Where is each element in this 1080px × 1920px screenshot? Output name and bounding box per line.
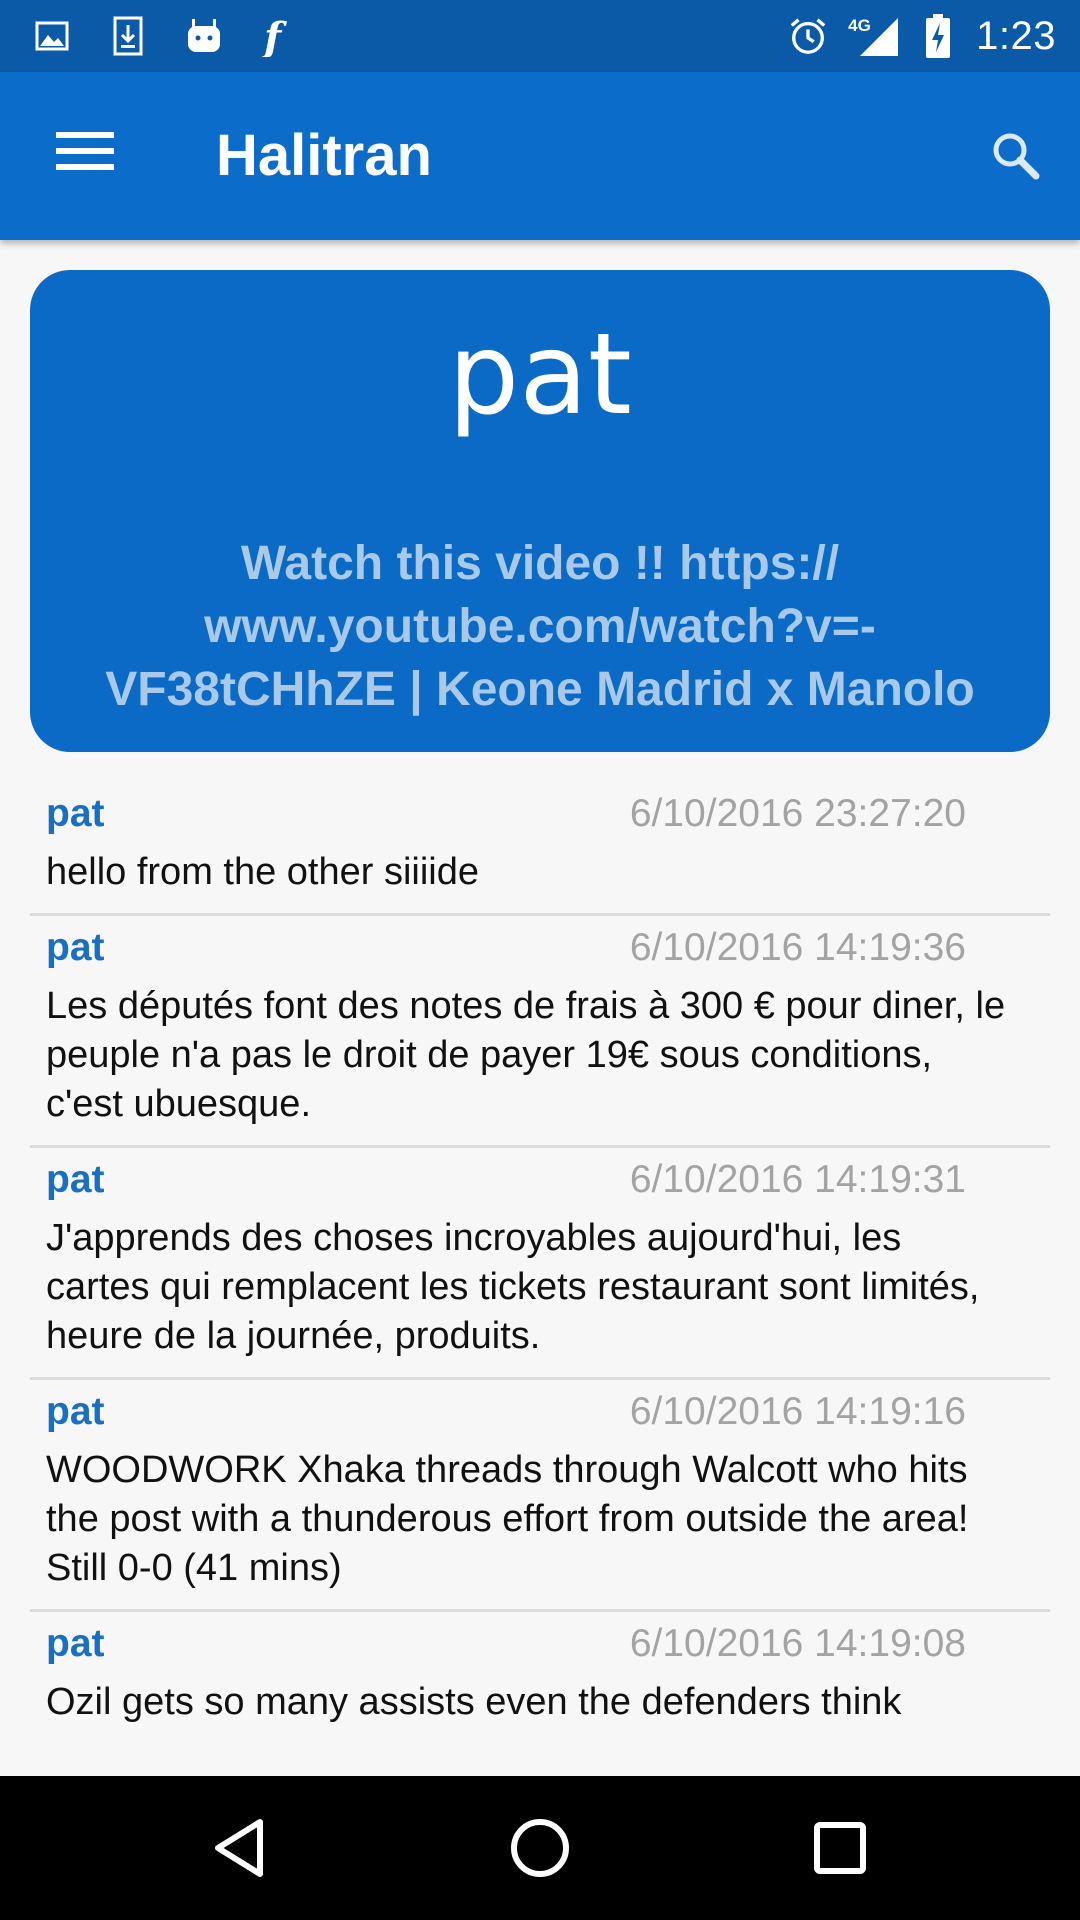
message-author: pat	[46, 1158, 105, 1201]
image-icon	[32, 14, 72, 58]
featured-author: pat	[448, 310, 632, 440]
message-timestamp: 6/10/2016 23:27:20	[629, 792, 966, 835]
search-icon[interactable]	[988, 128, 1044, 184]
list-item[interactable]: pat 6/10/2016 14:19:16 WOODWORK Xhaka th…	[30, 1380, 1050, 1612]
signal-4g-icon: 4G	[846, 14, 900, 58]
home-icon[interactable]	[500, 1808, 580, 1888]
message-text: Les députés font des notes de frais à 30…	[46, 985, 1006, 1125]
android-icon	[184, 14, 224, 58]
list-item[interactable]: pat 6/10/2016 14:19:08 Ozil gets so many…	[30, 1612, 1050, 1742]
featured-message-text: Watch this video !! https:// www.youtube…	[105, 537, 975, 716]
list-item[interactable]: pat 6/10/2016 14:19:31 J'apprends des ch…	[30, 1148, 1050, 1380]
message-author: pat	[46, 1390, 105, 1433]
list-item[interactable]: pat 6/10/2016 14:19:36 Les députés font …	[30, 916, 1050, 1148]
status-notification-icons: f	[32, 10, 300, 62]
message-text: WOODWORK Xhaka threads through Walcott w…	[46, 1449, 969, 1589]
message-timestamp: 6/10/2016 14:19:08	[629, 1622, 966, 1665]
message-timestamp: 6/10/2016 14:19:16	[629, 1390, 966, 1433]
status-system-icons: 4G 1:23	[788, 10, 1056, 62]
back-icon[interactable]	[200, 1808, 280, 1888]
recents-icon[interactable]	[800, 1808, 880, 1888]
navigation-bar	[0, 1776, 1080, 1920]
status-time: 1:23	[976, 13, 1056, 58]
battery-charging-icon	[918, 14, 958, 58]
app-bar: Halitran	[0, 72, 1080, 240]
fantasy-app-icon: f	[260, 14, 300, 58]
message-timestamp: 6/10/2016 14:19:36	[629, 926, 966, 969]
svg-text:f: f	[261, 15, 287, 57]
app-title: Halitran	[216, 123, 432, 188]
message-author: pat	[46, 926, 105, 969]
hamburger-menu-icon[interactable]	[44, 126, 116, 186]
message-text: J'apprends des choses incroyables aujour…	[46, 1217, 980, 1357]
list-item[interactable]: pat 6/10/2016 23:27:20 hello from the ot…	[30, 782, 1050, 916]
message-text: hello from the other siiiide	[46, 851, 479, 893]
network-type-label: 4G	[848, 16, 871, 35]
message-author: pat	[46, 792, 105, 835]
featured-message-card[interactable]: pat Watch this video !! https:// www.you…	[30, 270, 1050, 752]
message-author: pat	[46, 1622, 105, 1665]
download-icon	[108, 14, 148, 58]
alarm-icon	[788, 14, 828, 58]
message-list[interactable]: pat 6/10/2016 23:27:20 hello from the ot…	[30, 782, 1050, 1742]
status-bar: f 4G 1:23	[0, 0, 1080, 72]
message-text: Ozil gets so many assists even the defen…	[46, 1681, 902, 1723]
message-timestamp: 6/10/2016 14:19:31	[629, 1158, 966, 1201]
